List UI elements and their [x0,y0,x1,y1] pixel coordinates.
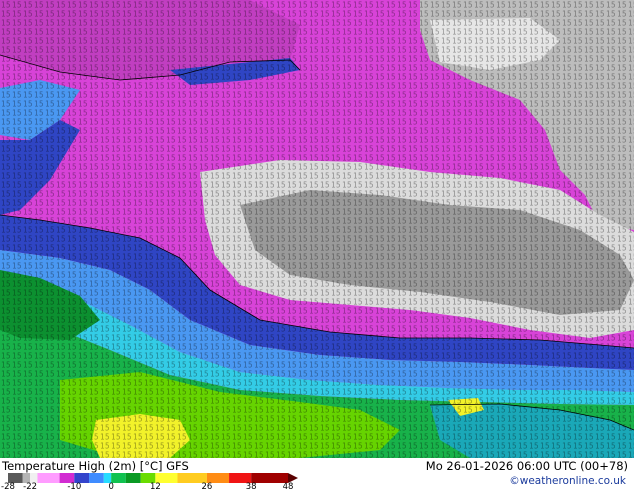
legend-tick-label: 48 [282,482,294,492]
legend-tick-label: 12 [149,482,161,492]
legend-tick-label: 0 [108,482,114,492]
map-footer: Temperature High (2m) [°C] GFS Mo 26-01-… [0,458,634,492]
legend-tick-label: 26 [201,482,213,492]
legend-tick-label: -22 [23,482,38,492]
forecast-datetime: Mo 26-01-2026 06:00 UTC (00+78) [425,459,628,473]
value-grid-overlay [0,0,634,458]
legend-tick-label: -28 [1,482,15,492]
map-title: Temperature High (2m) [°C] GFS [2,459,189,473]
legend-tick-label: -10 [67,482,82,492]
credit-link[interactable]: ©weatheronline.co.uk [509,475,626,487]
legend-tick-label: 38 [245,482,257,492]
temperature-map: 1 5 [0,0,634,458]
